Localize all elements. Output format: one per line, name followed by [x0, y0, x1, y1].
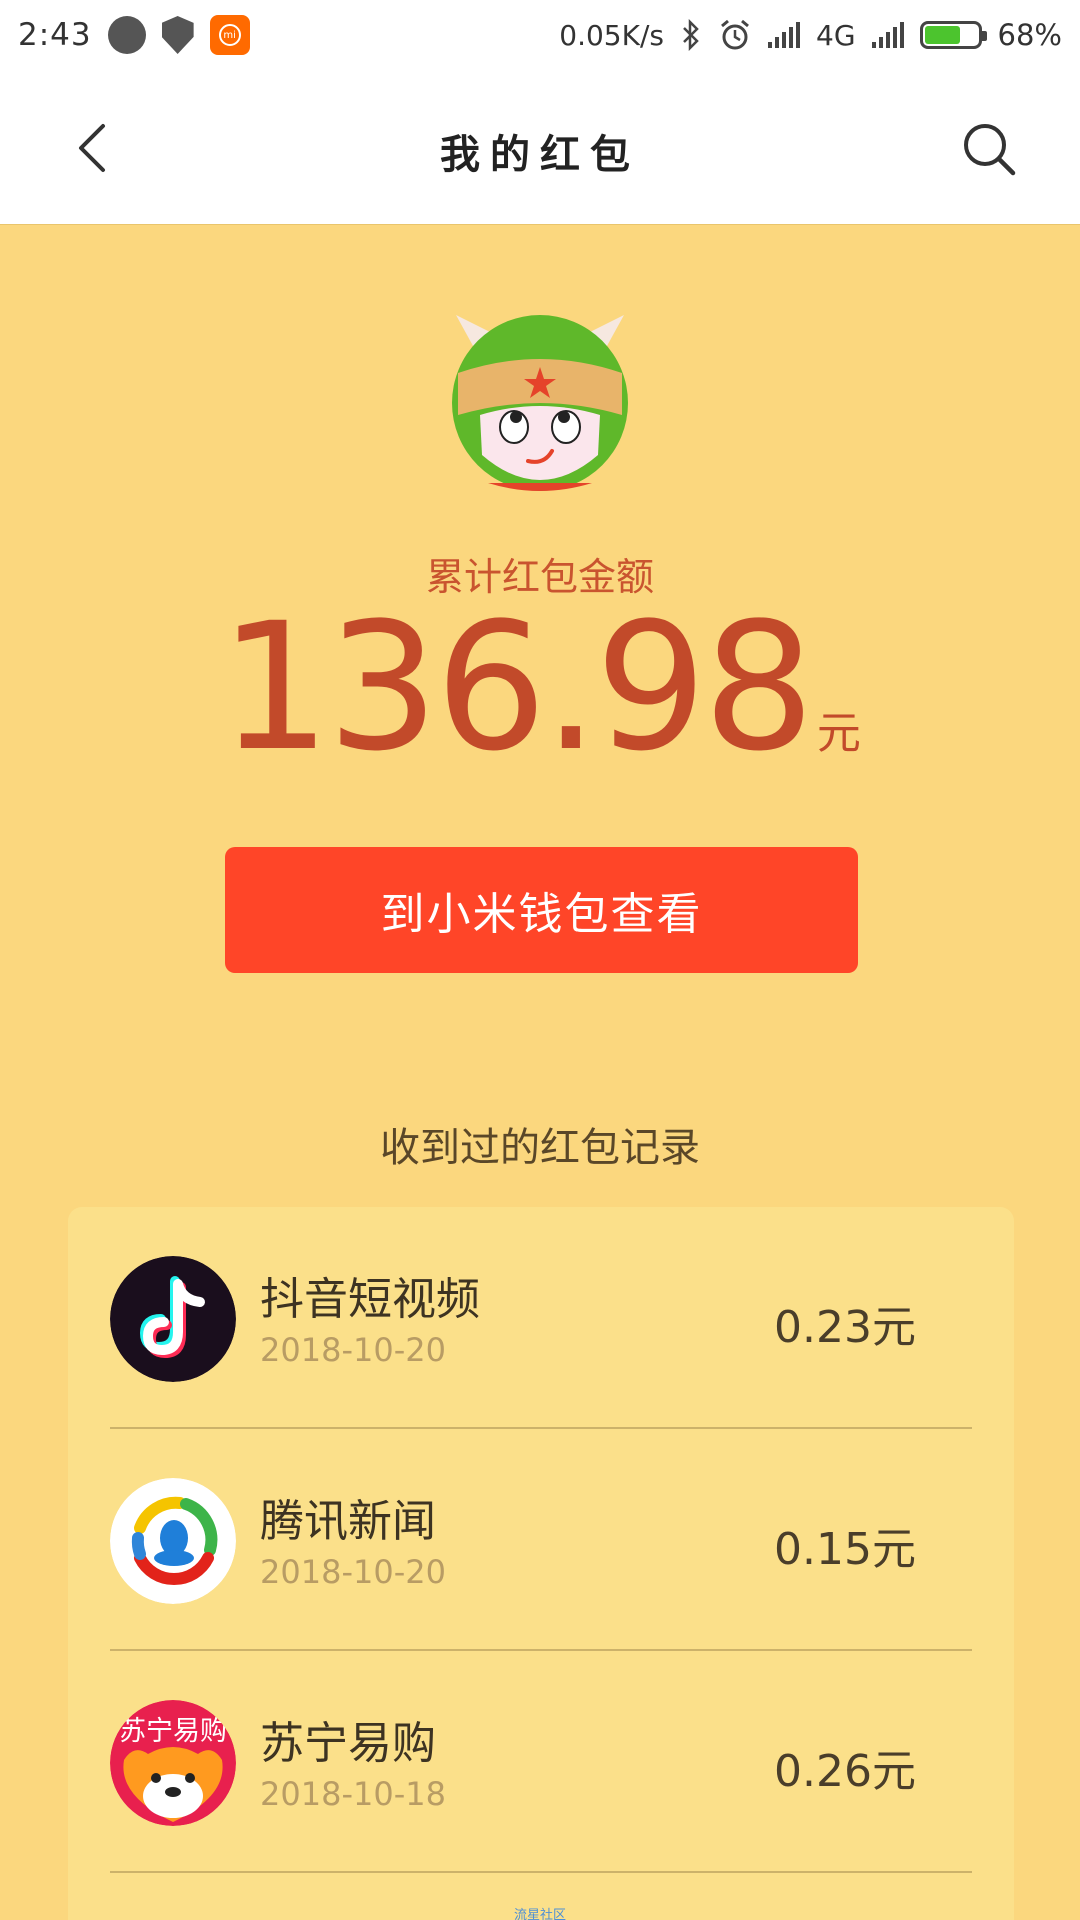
suning-icon-label: 苏宁易购 — [119, 1716, 227, 1747]
page-title: 我的红包 — [440, 131, 640, 178]
app-name: 抖音短视频 — [260, 1274, 480, 1325]
battery-percent: 68% — [997, 18, 1062, 52]
records-list: 抖音短视频 2018-10-20 0.23元 腾讯新闻 2018-10-20 0… — [68, 1207, 1014, 1920]
record-amount: 0.23元 — [774, 1302, 916, 1353]
total-value: 136.98 — [219, 585, 815, 790]
douyin-icon — [110, 1256, 236, 1382]
search-button[interactable] — [958, 118, 1020, 180]
network-type: 4G — [816, 18, 856, 52]
view-in-mi-wallet-button[interactable]: 到小米钱包查看 — [225, 847, 858, 973]
list-item[interactable]: 腾讯新闻 2018-10-20 0.15元 — [110, 1429, 972, 1651]
total-unit: 元 — [816, 708, 861, 759]
list-item[interactable]: 苏宁易购 苏宁易购 2018-10-18 0.26元 — [110, 1651, 972, 1873]
nav-bar: 我的红包 — [0, 70, 1080, 225]
record-amount: 0.26元 — [774, 1746, 916, 1797]
mi-bunny-avatar-icon — [452, 315, 628, 491]
net-speed: 0.05K/s — [559, 18, 665, 52]
record-date: 2018-10-20 — [260, 1331, 446, 1369]
records-title: 收到过的红包记录 — [380, 1125, 700, 1171]
status-right: 0.05K/s 4G 68% — [559, 18, 1062, 52]
list-item[interactable]: 抖音短视频 2018-10-20 0.23元 — [110, 1207, 972, 1429]
signal-icon-2 — [871, 22, 904, 48]
status-bar: 2:43 mi 0.05K/s 4G 68% — [0, 0, 1080, 70]
alarm-icon — [721, 19, 749, 50]
battery-icon — [919, 21, 987, 49]
signal-icon — [768, 22, 801, 48]
mi-app-icon: mi — [209, 15, 250, 55]
watermark: 流星社区 — [513, 1908, 566, 1920]
record-date: 2018-10-18 — [260, 1775, 446, 1813]
app-name: 苏宁易购 — [260, 1718, 436, 1769]
status-left: 2:43 mi — [18, 15, 250, 55]
avatar — [448, 305, 632, 495]
record-date: 2018-10-20 — [260, 1553, 446, 1591]
suning-icon: 苏宁易购 — [110, 1700, 236, 1826]
bluetooth-icon — [683, 19, 699, 51]
shield-icon — [161, 16, 194, 54]
music-app-icon — [107, 16, 146, 54]
total-amount: 136.98 元 — [0, 600, 1080, 776]
status-time: 2:43 — [18, 17, 92, 53]
record-amount: 0.15元 — [774, 1524, 916, 1575]
app-name: 腾讯新闻 — [260, 1496, 436, 1547]
search-icon — [964, 124, 1016, 176]
tencent-news-icon — [110, 1478, 236, 1604]
